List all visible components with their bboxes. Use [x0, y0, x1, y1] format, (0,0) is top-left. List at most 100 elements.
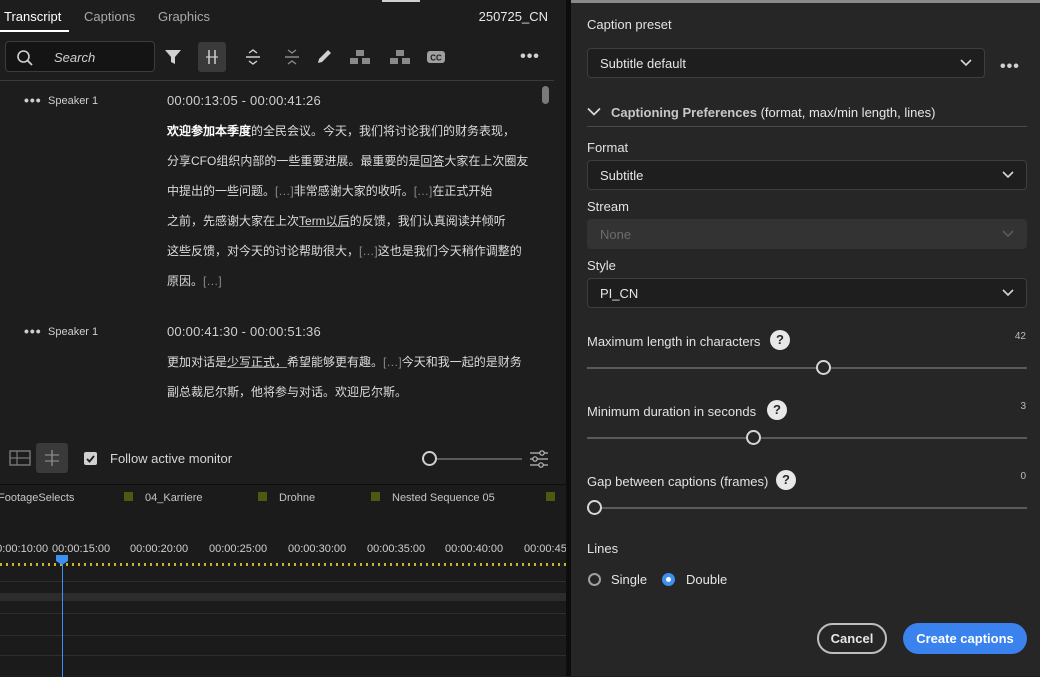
merge-segments-icon[interactable]	[278, 42, 306, 72]
transcript-scrollbar[interactable]	[542, 86, 549, 104]
transcript-text[interactable]: 今天和我一起的是财务	[402, 355, 522, 369]
lines-single-radio[interactable]	[588, 573, 601, 586]
transcript-text[interactable]: 大家在上次圈友	[444, 154, 528, 168]
transcript-text[interactable]: 原因。	[167, 274, 203, 288]
transcript-text[interactable]: 在正式开始	[432, 184, 492, 198]
transcript-text[interactable]: 这也是我们今天稍作调整的	[378, 244, 522, 258]
edited-word[interactable]: 少写正式，	[227, 355, 287, 369]
ruler-timecode: 00:00:30:00	[288, 543, 347, 555]
gap-slider-track[interactable]	[587, 507, 1027, 509]
transcript-text[interactable]: 之前，先感谢大家在上次	[167, 214, 299, 228]
timeline-view-icon[interactable]	[4, 443, 36, 473]
search-input[interactable]	[54, 48, 149, 66]
gap-label: Gap between captions (frames)	[587, 474, 769, 489]
timeline-panel: FootageSelects 04_Karriere Drohne Nested…	[0, 484, 582, 677]
more-options-icon[interactable]: •••	[516, 42, 544, 72]
transcript-line[interactable]: 原因。[…]	[167, 272, 222, 289]
max-length-slider-track[interactable]	[587, 367, 1027, 369]
sliders-settings-icon[interactable]	[529, 450, 549, 468]
help-icon[interactable]: ?	[776, 470, 796, 490]
min-duration-slider-knob[interactable]	[746, 430, 761, 445]
zoom-slider-track[interactable]	[437, 458, 522, 460]
transcript-text[interactable]: 希望能够更有趣。	[287, 355, 383, 369]
edit-pencil-icon[interactable]	[310, 42, 338, 72]
style-dropdown[interactable]: PI_CN	[587, 278, 1027, 308]
speaker-group-icon[interactable]	[346, 42, 374, 72]
bin-04-karriere[interactable]: 04_Karriere	[145, 492, 202, 504]
transcript-line[interactable]: 这些反馈，对今天的讨论帮助很大，[…]这也是我们今天稍作调整的	[167, 242, 522, 259]
stream-dropdown[interactable]: None	[587, 219, 1027, 249]
follow-active-monitor-label[interactable]: Follow active monitor	[110, 451, 232, 466]
pause-marker[interactable]: […]	[275, 184, 294, 198]
transcript-text[interactable]: 这些反馈，对今天的讨论帮助很大，	[167, 244, 359, 258]
transcript-line[interactable]: 分享CFO组织内部的一些重要进展。最重要的是回答大家在上次圈友	[167, 152, 528, 169]
bin-nested-sequence-05[interactable]: Nested Sequence 05	[392, 492, 495, 504]
lines-double-radio[interactable]	[662, 573, 675, 586]
work-area-bar[interactable]	[0, 563, 566, 566]
gap-slider-knob[interactable]	[587, 500, 602, 515]
playhead-line[interactable]	[62, 557, 63, 677]
bin-color-swatch	[258, 492, 267, 501]
segment-more-icon[interactable]: •••	[24, 323, 42, 339]
tab-captions[interactable]: Captions	[84, 9, 135, 24]
section-subtitle: (format, max/min length, lines)	[760, 105, 936, 120]
speaker-label[interactable]: Speaker 1	[48, 95, 98, 107]
transcript-line[interactable]: 欢迎参加本季度的全民会议。今天，我们将讨论我们的财务表现，	[167, 122, 515, 139]
create-captions-button[interactable]: Create captions	[903, 623, 1027, 654]
panel-drag-handle[interactable]	[382, 0, 420, 2]
transcript-line[interactable]: 中提出的一些问题。[…]非常感谢大家的收听。[…]在正式开始	[167, 182, 492, 199]
max-length-slider-knob[interactable]	[816, 360, 831, 375]
ruler-timecode: 00:00:25:00	[209, 543, 268, 555]
speaker-group-alt-icon[interactable]	[386, 42, 414, 72]
pause-marker[interactable]: […]	[203, 274, 222, 288]
transcript-text[interactable]: 非常感谢大家的收听。	[294, 184, 414, 198]
pause-marker[interactable]: […]	[414, 184, 433, 198]
preset-more-icon[interactable]: •••	[1000, 58, 1020, 76]
filter-icon[interactable]	[159, 42, 187, 72]
caption-preset-value: Subtitle default	[600, 56, 687, 71]
bin-footageselects[interactable]: FootageSelects	[0, 492, 74, 504]
split-segment-icon[interactable]	[198, 42, 226, 72]
help-icon[interactable]: ?	[767, 400, 787, 420]
edited-word[interactable]: 回答	[420, 154, 444, 168]
transcript-text[interactable]: 分享CFO组织内部的一些重要进展。最重要的是	[167, 154, 420, 168]
panel-tabs: Transcript Captions Graphics 250725_CN	[0, 0, 566, 34]
transcript-text[interactable]: 的全民会议。今天，我们将讨论我们的财务表现，	[251, 124, 515, 138]
transcript-text[interactable]: 中提出的一些问题。	[167, 184, 275, 198]
cancel-button[interactable]: Cancel	[817, 623, 887, 654]
transcript-line[interactable]: 副总裁尼尔斯，他将参与对话。欢迎尼尔斯。	[167, 383, 407, 400]
tab-transcript[interactable]: Transcript	[4, 9, 61, 24]
lines-single-label[interactable]: Single	[611, 572, 647, 587]
expand-segments-icon[interactable]	[239, 42, 267, 72]
lines-label: Lines	[587, 541, 619, 556]
help-icon[interactable]: ?	[770, 330, 790, 350]
max-length-label: Maximum length in characters	[587, 334, 761, 349]
sync-view-icon[interactable]	[36, 443, 68, 473]
speaker-label[interactable]: Speaker 1	[48, 326, 98, 338]
transcript-line[interactable]: 更加对话是少写正式，希望能够更有趣。[…]今天和我一起的是财务	[167, 353, 522, 370]
caption-preset-dropdown[interactable]: Subtitle default	[587, 48, 985, 78]
max-length-value: 42	[1014, 331, 1026, 342]
pause-marker[interactable]: […]	[359, 244, 378, 258]
captioning-preferences-header[interactable]: Captioning Preferences (format, max/min …	[587, 103, 1027, 127]
toolbar-divider	[0, 80, 554, 81]
min-duration-slider-track[interactable]	[587, 437, 1027, 439]
ruler-timecode: 00:00:35:00	[367, 543, 426, 555]
edited-word[interactable]: Term以后	[299, 214, 350, 228]
closed-captions-icon[interactable]: CC	[422, 42, 450, 72]
transcript-text[interactable]: 副总裁尼尔斯，他将参与对话。欢迎尼尔斯。	[167, 385, 407, 399]
segment-more-icon[interactable]: •••	[24, 92, 42, 108]
bin-color-swatch	[124, 492, 133, 501]
transcript-text[interactable]: 的反馈，我们认真阅读并倾听	[350, 214, 506, 228]
transcript-text[interactable]: 更加对话是	[167, 355, 227, 369]
pause-marker[interactable]: […]	[383, 355, 402, 369]
transcript-line[interactable]: 之前，先感谢大家在上次Term以后的反馈，我们认真阅读并倾听	[167, 212, 506, 229]
bin-drohne[interactable]: Drohne	[279, 492, 315, 504]
follow-active-monitor-checkbox[interactable]	[84, 452, 97, 465]
format-dropdown[interactable]: Subtitle	[587, 160, 1027, 190]
tab-graphics[interactable]: Graphics	[158, 9, 210, 24]
zoom-slider-knob[interactable]	[422, 451, 437, 466]
lines-double-label[interactable]: Double	[686, 572, 727, 587]
highlighted-words[interactable]: 欢迎参加本季度	[167, 124, 251, 138]
search-box[interactable]	[5, 41, 155, 72]
